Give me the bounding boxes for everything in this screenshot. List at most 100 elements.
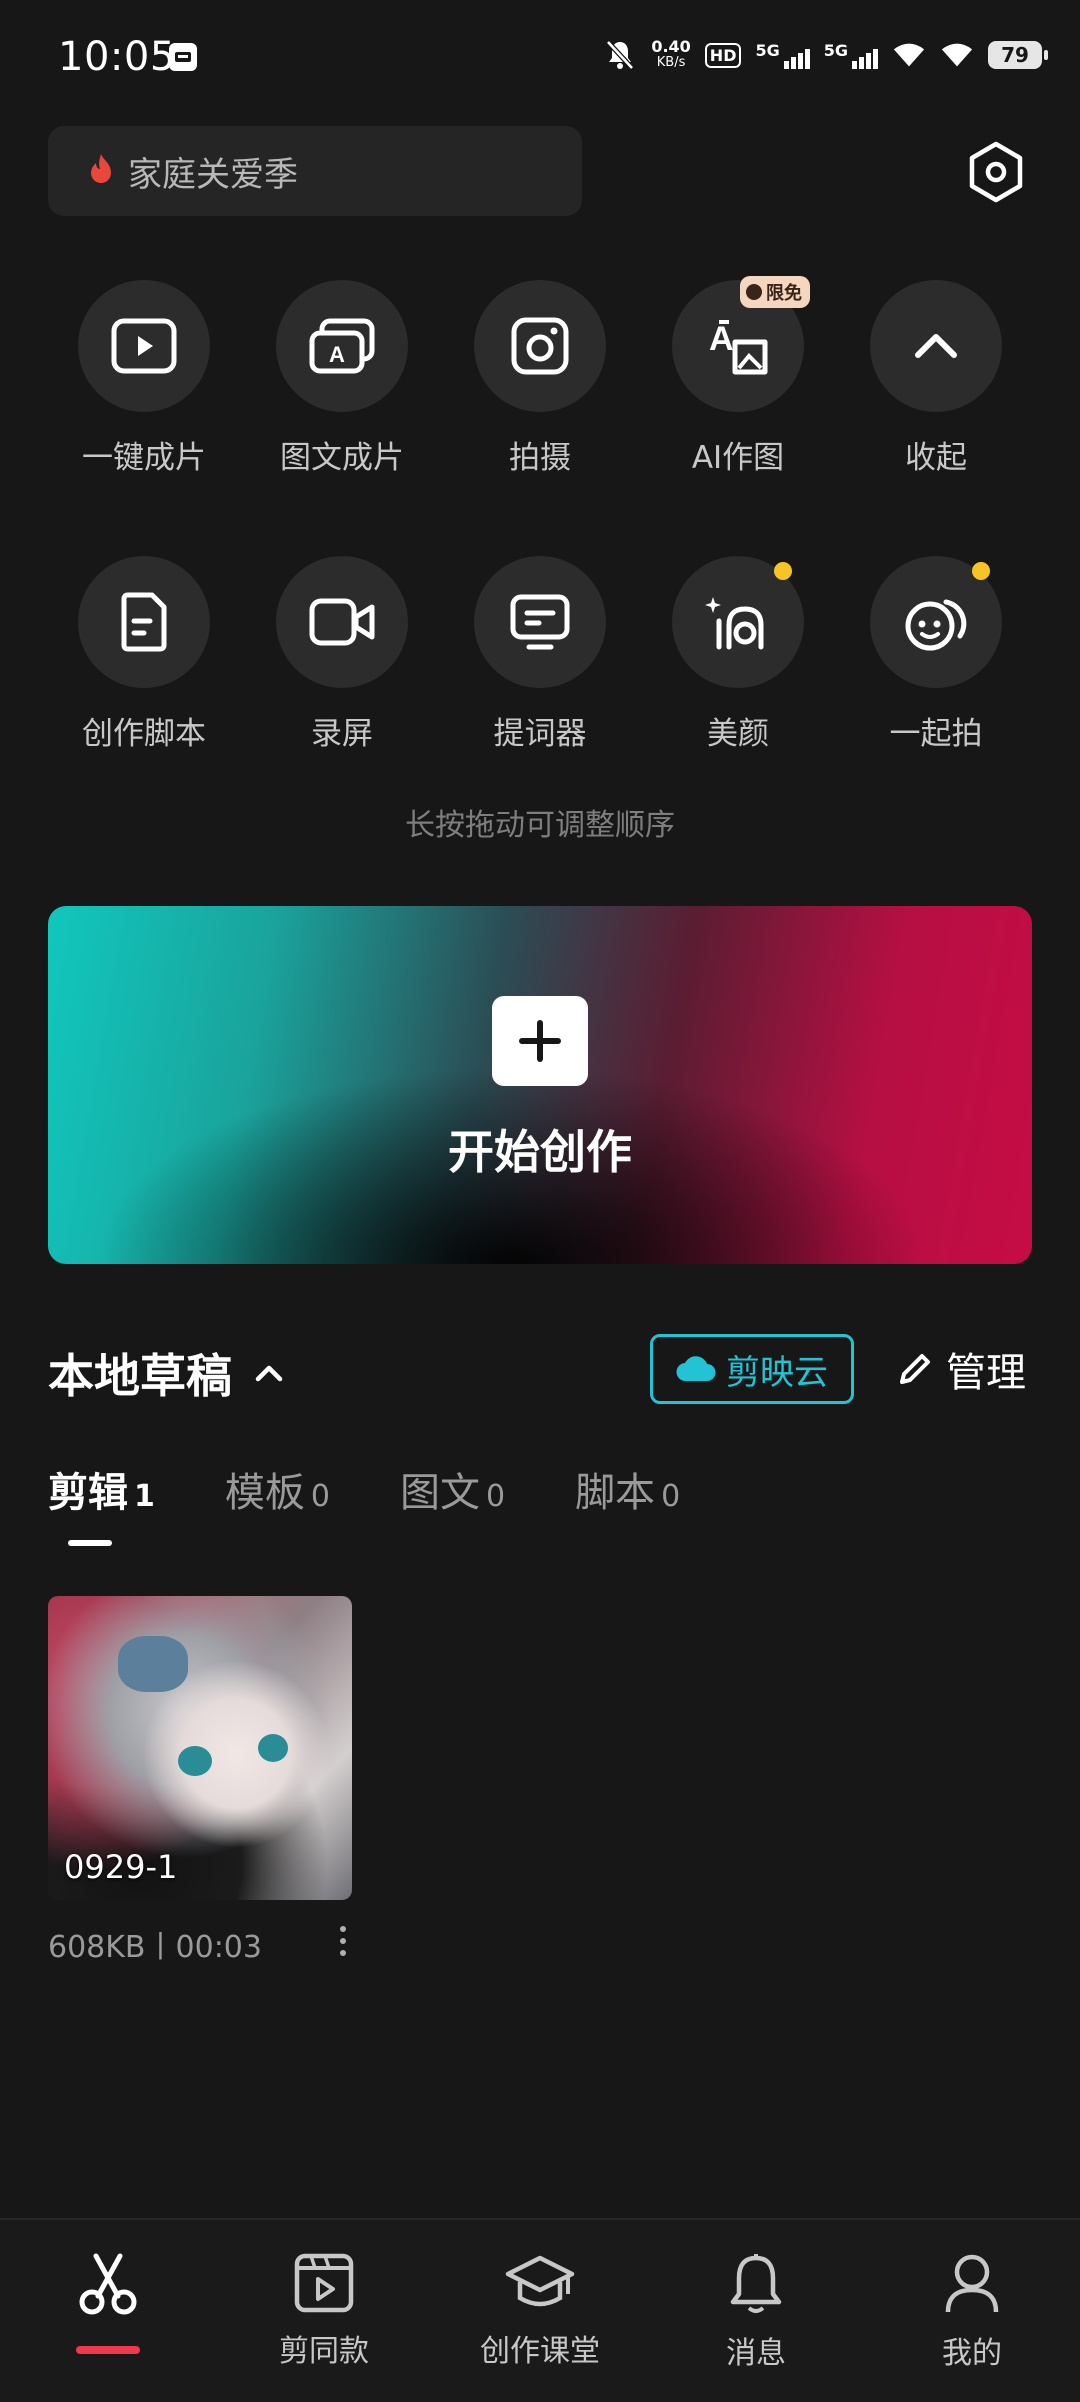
nav-label: 我的 <box>942 2336 1002 2371</box>
new-dot <box>972 562 990 580</box>
start-create-label: 开始创作 <box>448 1125 632 1179</box>
draft-meta: 608KB丨00:03 <box>48 1930 262 1965</box>
limited-free-badge: 限免 <box>740 276 810 308</box>
tool-screen-record[interactable]: 录屏 <box>243 556 441 753</box>
edit-pencil-icon <box>900 1354 930 1384</box>
nav-messages[interactable]: 消息 <box>648 2220 864 2402</box>
more-dot <box>340 1938 346 1944</box>
tab-label: 脚本 <box>575 1470 656 1516</box>
tool-collapse[interactable]: 收起 <box>837 280 1035 477</box>
chevron-up-icon <box>255 1365 283 1382</box>
tab-template[interactable]: 模板 0 <box>225 1460 330 1518</box>
tool-label: 提词器 <box>493 716 587 752</box>
tool-label: AI作图 <box>691 440 785 476</box>
draft-name: 0929-1 <box>64 1848 178 1886</box>
nav-edit[interactable] <box>0 2220 216 2402</box>
wifi-2-icon <box>940 38 974 72</box>
tool-shoot[interactable]: 拍摄 <box>441 280 639 477</box>
nav-label: 创作课堂 <box>480 2334 600 2369</box>
svg-text:A: A <box>709 320 734 358</box>
tool-circle <box>870 280 1002 412</box>
net-speed: 0.40 KB/s <box>651 39 690 71</box>
tool-beauty[interactable]: 美颜 <box>639 556 837 753</box>
tool-circle <box>672 556 804 688</box>
tool-circle <box>474 556 606 688</box>
image-text-icon: A <box>309 318 375 374</box>
bottom-nav: 剪同款 创作课堂 消息 我的 <box>0 2218 1080 2402</box>
settings-hexagon-icon <box>969 141 1023 203</box>
settings-button[interactable] <box>962 138 1030 206</box>
tool-circle <box>870 556 1002 688</box>
draft-tabs: 剪辑 1 模板 0 图文 0 脚本 0 <box>48 1460 680 1546</box>
tool-circle <box>474 280 606 412</box>
mute-icon <box>603 38 637 72</box>
teleprompter-icon <box>510 594 570 650</box>
nav-template[interactable]: 剪同款 <box>216 2220 432 2402</box>
cloud-button[interactable]: 剪映云 <box>650 1334 854 1404</box>
play-icon <box>111 318 177 374</box>
chevron-up-icon <box>915 334 957 358</box>
net-speed-value: 0.40 <box>651 37 691 56</box>
tool-image-text-video[interactable]: A 图文成片 <box>243 280 441 477</box>
tab-image-text[interactable]: 图文 0 <box>400 1460 505 1518</box>
tool-teleprompter[interactable]: 提词器 <box>441 556 639 753</box>
tool-ai-draw[interactable]: A 限免 AI作图 <box>639 276 837 477</box>
tool-label: 录屏 <box>311 716 373 752</box>
notification-app-icon <box>166 40 200 78</box>
tab-script[interactable]: 脚本 0 <box>575 1460 680 1518</box>
nav-label: 剪同款 <box>279 2334 369 2369</box>
signal-sim1-icon: 5G <box>755 41 810 69</box>
tab-label: 模板 <box>224 1470 305 1516</box>
new-dot <box>774 562 792 580</box>
search-placeholder: 家庭关爱季 <box>128 154 298 195</box>
clock-icon <box>746 284 762 300</box>
tool-label: 一键成片 <box>82 440 206 476</box>
script-icon <box>121 592 167 652</box>
draft-thumbnail[interactable]: 0929-1 <box>48 1596 352 1900</box>
tool-circle: A <box>276 280 408 412</box>
hd-badge: HD <box>704 42 742 68</box>
tab-active-underline <box>68 1540 112 1546</box>
flame-icon <box>86 152 116 190</box>
tool-one-click-video[interactable]: 一键成片 <box>45 280 243 477</box>
nav-course[interactable]: 创作课堂 <box>432 2220 648 2402</box>
status-time: 10:05 <box>58 34 176 80</box>
tab-edit[interactable]: 剪辑 1 <box>48 1460 155 1546</box>
battery-indicator: 79 <box>988 41 1048 69</box>
tool-create-script[interactable]: 创作脚本 <box>45 556 243 753</box>
beauty-icon <box>705 597 764 650</box>
shoot-together-icon <box>905 599 967 651</box>
status-icons: 0.40 KB/s HD 5G 5G 79 <box>603 38 1048 72</box>
cloud-icon <box>676 1356 716 1382</box>
scissors-icon <box>79 2253 137 2315</box>
local-drafts-header[interactable]: 本地草稿 <box>48 1340 284 1406</box>
wifi-icon <box>892 38 926 72</box>
bell-icon <box>730 2254 782 2313</box>
user-icon <box>945 2254 999 2313</box>
tool-circle <box>78 556 210 688</box>
graduation-cap-icon <box>505 2255 575 2307</box>
start-create-banner[interactable]: 开始创作 <box>48 906 1032 1264</box>
ai-draw-icon: A <box>709 320 768 375</box>
svg-text:A: A <box>329 342 345 367</box>
tool-label: 图文成片 <box>280 440 404 476</box>
tool-label: 一起拍 <box>889 716 983 752</box>
tab-count: 0 <box>485 1479 506 1514</box>
tool-shoot-together[interactable]: 一起拍 <box>837 556 1035 753</box>
cloud-label: 剪映云 <box>726 1352 828 1393</box>
draft-more-button[interactable] <box>328 1916 358 1966</box>
plus-icon <box>492 996 588 1086</box>
tool-label: 创作脚本 <box>82 716 206 752</box>
tool-circle: A 限免 <box>672 276 810 412</box>
template-icon <box>294 2253 354 2313</box>
nav-profile[interactable]: 我的 <box>864 2220 1080 2402</box>
reorder-hint: 长按拖动可调整顺序 <box>405 808 675 843</box>
tool-label: 美颜 <box>707 716 769 752</box>
thumbnail-art <box>118 1636 188 1692</box>
sim2-label: 5G <box>823 41 848 60</box>
tool-circle <box>276 556 408 688</box>
sim1-label: 5G <box>755 41 780 60</box>
manage-label: 管理 <box>946 1350 1026 1396</box>
manage-button[interactable]: 管理 <box>896 1340 1026 1398</box>
search-bar[interactable]: 家庭关爱季 <box>48 126 582 216</box>
